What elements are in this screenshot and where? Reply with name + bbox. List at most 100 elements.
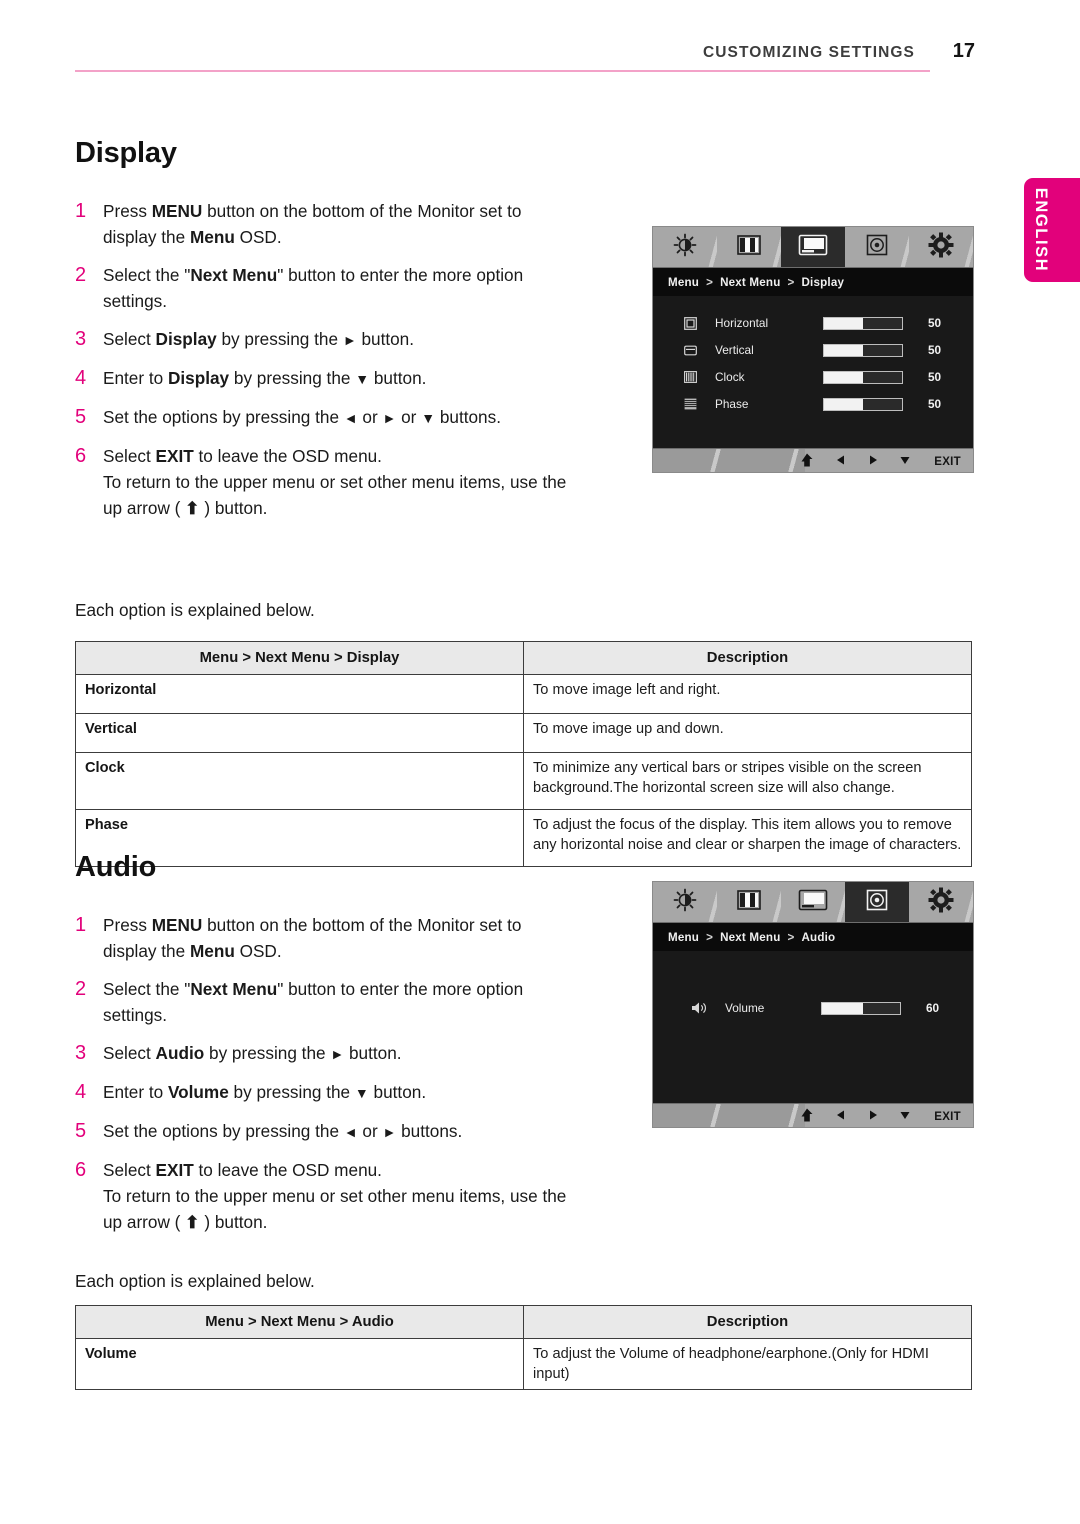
- osd-up-arrow-button[interactable]: [801, 1108, 814, 1125]
- osd-slider[interactable]: [821, 1001, 901, 1015]
- osd-tab-gear-icon[interactable]: [909, 227, 973, 267]
- osd-slider-fill: [824, 317, 863, 329]
- step-item: 4 Enter to Display by pressing the ▼ butt…: [75, 365, 575, 392]
- speaker-icon: [689, 1001, 711, 1015]
- table-row: Vertical To move image up and down.: [75, 713, 972, 753]
- chapter-title: CUSTOMIZING SETTINGS: [702, 44, 915, 61]
- step-item: 2 Select the "Next Menu" button to enter …: [75, 262, 575, 314]
- tab-divider: [963, 227, 973, 267]
- osd-tab-brightness-icon[interactable]: [653, 882, 723, 922]
- osd-tab-screen-icon[interactable]: [781, 227, 845, 267]
- step-text: Select EXIT to leave the OSD menu. To ret…: [103, 1160, 567, 1232]
- step-number: 2: [75, 978, 87, 1000]
- osd-exit-button[interactable]: EXIT: [934, 1111, 961, 1123]
- language-tab-label: ENGLISH: [1032, 187, 1051, 273]
- step-number: 1: [75, 914, 87, 936]
- step-item: 6 Select EXIT to leave the OSD menu. To re…: [75, 1157, 575, 1235]
- gear-icon: [928, 887, 954, 917]
- step-item: 6 Select EXIT to leave the OSD menu. To re…: [75, 443, 575, 521]
- up-arrow-icon: [801, 1108, 814, 1125]
- osd-setting-row[interactable]: Vertical 50: [653, 337, 973, 363]
- osd-setting-row[interactable]: Horizontal 50: [653, 310, 973, 336]
- osd-right-arrow-button[interactable]: [868, 1110, 878, 1123]
- osd-down-arrow-button[interactable]: [900, 1110, 910, 1123]
- language-tab: ENGLISH: [1024, 178, 1080, 282]
- osd-setting-row[interactable]: Volume 60: [653, 995, 973, 1021]
- step-item: 5 Set the options by pressing the ◄ or ► …: [75, 1118, 575, 1145]
- osd-setting-row[interactable]: Clock 50: [653, 364, 973, 390]
- osd-slider-fill: [822, 1002, 863, 1014]
- step-number: 2: [75, 264, 87, 286]
- down-arrow-icon: [900, 455, 910, 468]
- step-number: 4: [75, 1081, 87, 1103]
- steps-list-audio: 1 Press MENU button on the bottom of the …: [75, 912, 575, 1247]
- step-text: Select Display by pressing the ► button.: [103, 329, 415, 349]
- vertical-move-icon: [679, 345, 701, 356]
- osd-setting-label: Vertical: [715, 343, 754, 357]
- page-header: CUSTOMIZING SETTINGS 17: [0, 0, 1080, 80]
- table-cell-option-name: Volume: [75, 1338, 524, 1390]
- osd-exit-button[interactable]: EXIT: [934, 456, 961, 468]
- footer-divider: [783, 1104, 801, 1127]
- table-cell-description: To adjust the focus of the display. This…: [523, 809, 972, 867]
- osd-right-arrow-button[interactable]: [868, 455, 878, 468]
- step-text: Set the options by pressing the ◄ or ► o…: [103, 407, 501, 427]
- table-cell-option-name: Horizontal: [75, 674, 524, 714]
- osd-down-arrow-button[interactable]: [900, 455, 910, 468]
- breadcrumb-item: Next Menu: [720, 275, 781, 289]
- brightness-icon: [673, 888, 697, 916]
- osd-breadcrumb: Menu > Next Menu > Display: [653, 268, 973, 296]
- table-row: Volume To adjust the Volume of headphone/…: [75, 1338, 972, 1390]
- osd-body: Horizontal 50 Vertical 50 Clock 50 Phase 50: [653, 296, 973, 448]
- table-header-row: Menu > Next Menu > Audio Description: [75, 1305, 972, 1339]
- right-arrow-icon: [868, 1110, 878, 1123]
- osd-footer-bar: EXIT: [653, 448, 973, 472]
- breadcrumb-separator: >: [706, 930, 714, 944]
- left-arrow-icon: [836, 1110, 846, 1123]
- section-title-audio: Audio: [75, 851, 157, 883]
- step-number: 5: [75, 1120, 87, 1142]
- right-arrow-icon: [868, 455, 878, 468]
- osd-slider[interactable]: [823, 343, 903, 357]
- step-item: 2 Select the "Next Menu" button to enter …: [75, 976, 575, 1028]
- left-arrow-icon: [836, 455, 846, 468]
- osd-tab-disc-icon[interactable]: [845, 882, 909, 922]
- step-text: Select the "Next Menu" button to enter t…: [103, 265, 524, 311]
- osd-tab-color-bars-icon[interactable]: [717, 882, 787, 922]
- step-item: 5 Set the options by pressing the ◄ or ► …: [75, 404, 575, 431]
- up-arrow-icon: [801, 453, 814, 470]
- osd-slider-fill: [824, 344, 863, 356]
- osd-left-arrow-button[interactable]: [836, 1110, 846, 1123]
- osd-tab-disc-icon[interactable]: [845, 227, 915, 267]
- osd-setting-label: Volume: [725, 1001, 765, 1015]
- osd-setting-label: Horizontal: [715, 316, 769, 330]
- osd-tab-screen-icon[interactable]: [781, 882, 851, 922]
- clock-pattern-icon: [679, 371, 701, 383]
- color-bars-icon: [736, 235, 762, 259]
- footer-divider: [783, 449, 801, 472]
- osd-slider[interactable]: [823, 370, 903, 384]
- step-item: 1 Press MENU button on the bottom of the …: [75, 912, 575, 964]
- table-col1-header: Menu > Next Menu > Audio: [75, 1305, 524, 1339]
- screen-icon: [798, 889, 828, 915]
- each-option-note-audio: Each option is explained below.: [75, 1271, 315, 1291]
- table-cell-option-name: Clock: [75, 752, 524, 810]
- osd-tab-color-bars-icon[interactable]: [717, 227, 787, 267]
- osd-slider[interactable]: [823, 316, 903, 330]
- osd-up-arrow-button[interactable]: [801, 453, 814, 470]
- options-table-audio: Menu > Next Menu > Audio Description Vol…: [75, 1305, 972, 1390]
- osd-slider[interactable]: [823, 397, 903, 411]
- osd-screenshot-display: Menu > Next Menu > Display Horizontal 50 Vertic…: [652, 226, 974, 473]
- step-number: 3: [75, 1042, 87, 1064]
- table-cell-description: To minimize any vertical bars or stripes…: [523, 752, 972, 810]
- osd-tab-gear-icon[interactable]: [909, 882, 973, 922]
- osd-setting-label: Clock: [715, 370, 745, 384]
- osd-tab-brightness-icon[interactable]: [653, 227, 723, 267]
- step-text: Select EXIT to leave the OSD menu. To ret…: [103, 446, 567, 518]
- osd-left-arrow-button[interactable]: [836, 455, 846, 468]
- breadcrumb-item: Next Menu: [720, 930, 781, 944]
- osd-setting-row[interactable]: Phase 50: [653, 391, 973, 417]
- breadcrumb-item: Menu: [668, 275, 700, 289]
- osd-slider-fill: [824, 398, 863, 410]
- step-text: Press MENU button on the bottom of the M…: [103, 915, 522, 961]
